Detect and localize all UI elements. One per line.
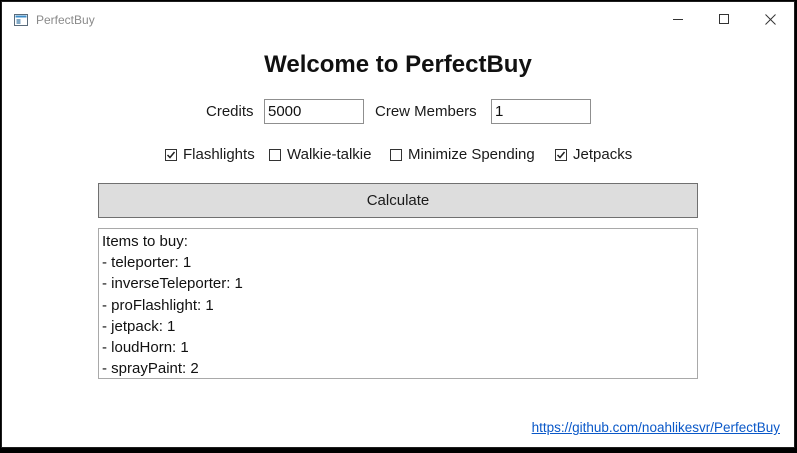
checkbox-label: Minimize Spending — [408, 146, 535, 163]
credits-input[interactable] — [264, 99, 364, 124]
close-icon — [764, 13, 776, 25]
checkbox-box — [269, 149, 281, 161]
app-window: PerfectBuy Welcome to PerfectBuy Credits — [1, 1, 795, 448]
check-icon — [166, 151, 176, 159]
walkie-talkie-checkbox[interactable]: Walkie-talkie — [269, 144, 371, 166]
calculate-button[interactable]: Calculate — [98, 183, 698, 218]
minimize-spending-checkbox[interactable]: Minimize Spending — [390, 144, 535, 166]
checkbox-box — [390, 149, 402, 161]
crew-members-input[interactable] — [491, 99, 591, 124]
results-textbox[interactable]: Items to buy: - teleporter: 1 - inverseT… — [98, 228, 698, 379]
flashlights-checkbox[interactable]: Flashlights — [165, 144, 255, 166]
result-line: - jetpack: 1 — [102, 317, 176, 335]
check-icon — [556, 151, 566, 159]
crew-members-label: Crew Members — [375, 103, 477, 120]
maximize-icon — [719, 14, 729, 24]
checkbox-box — [165, 149, 177, 161]
checkbox-label: Walkie-talkie — [287, 146, 372, 163]
checkbox-box — [555, 149, 567, 161]
jetpacks-checkbox[interactable]: Jetpacks — [555, 144, 632, 166]
close-button[interactable] — [747, 2, 793, 36]
result-line: - loudHorn: 1 — [102, 339, 189, 357]
result-line: Items to buy: — [102, 233, 188, 250]
maximize-button[interactable] — [701, 2, 747, 36]
checkbox-label: Flashlights — [183, 146, 255, 163]
credits-label: Credits — [206, 103, 254, 120]
options-row: Flashlights Walkie-talkie Minimize Spend… — [2, 144, 794, 166]
inputs-row: Credits Crew Members — [2, 97, 794, 127]
title-bar[interactable]: PerfectBuy — [2, 2, 794, 36]
github-link[interactable]: https://github.com/noahlikesvr/PerfectBu… — [532, 420, 780, 436]
result-line: - sprayPaint: 2 — [102, 360, 199, 378]
minimize-button[interactable] — [655, 2, 701, 36]
window-title: PerfectBuy — [36, 13, 95, 27]
result-line: - inverseTeleporter: 1 — [102, 275, 243, 293]
result-line: - proFlashlight: 1 — [102, 296, 214, 314]
app-window-icon — [14, 13, 28, 26]
page-title: Welcome to PerfectBuy — [264, 51, 532, 78]
minimize-icon — [673, 14, 683, 24]
result-line: - teleporter: 1 — [102, 254, 192, 272]
checkbox-label: Jetpacks — [573, 146, 633, 163]
